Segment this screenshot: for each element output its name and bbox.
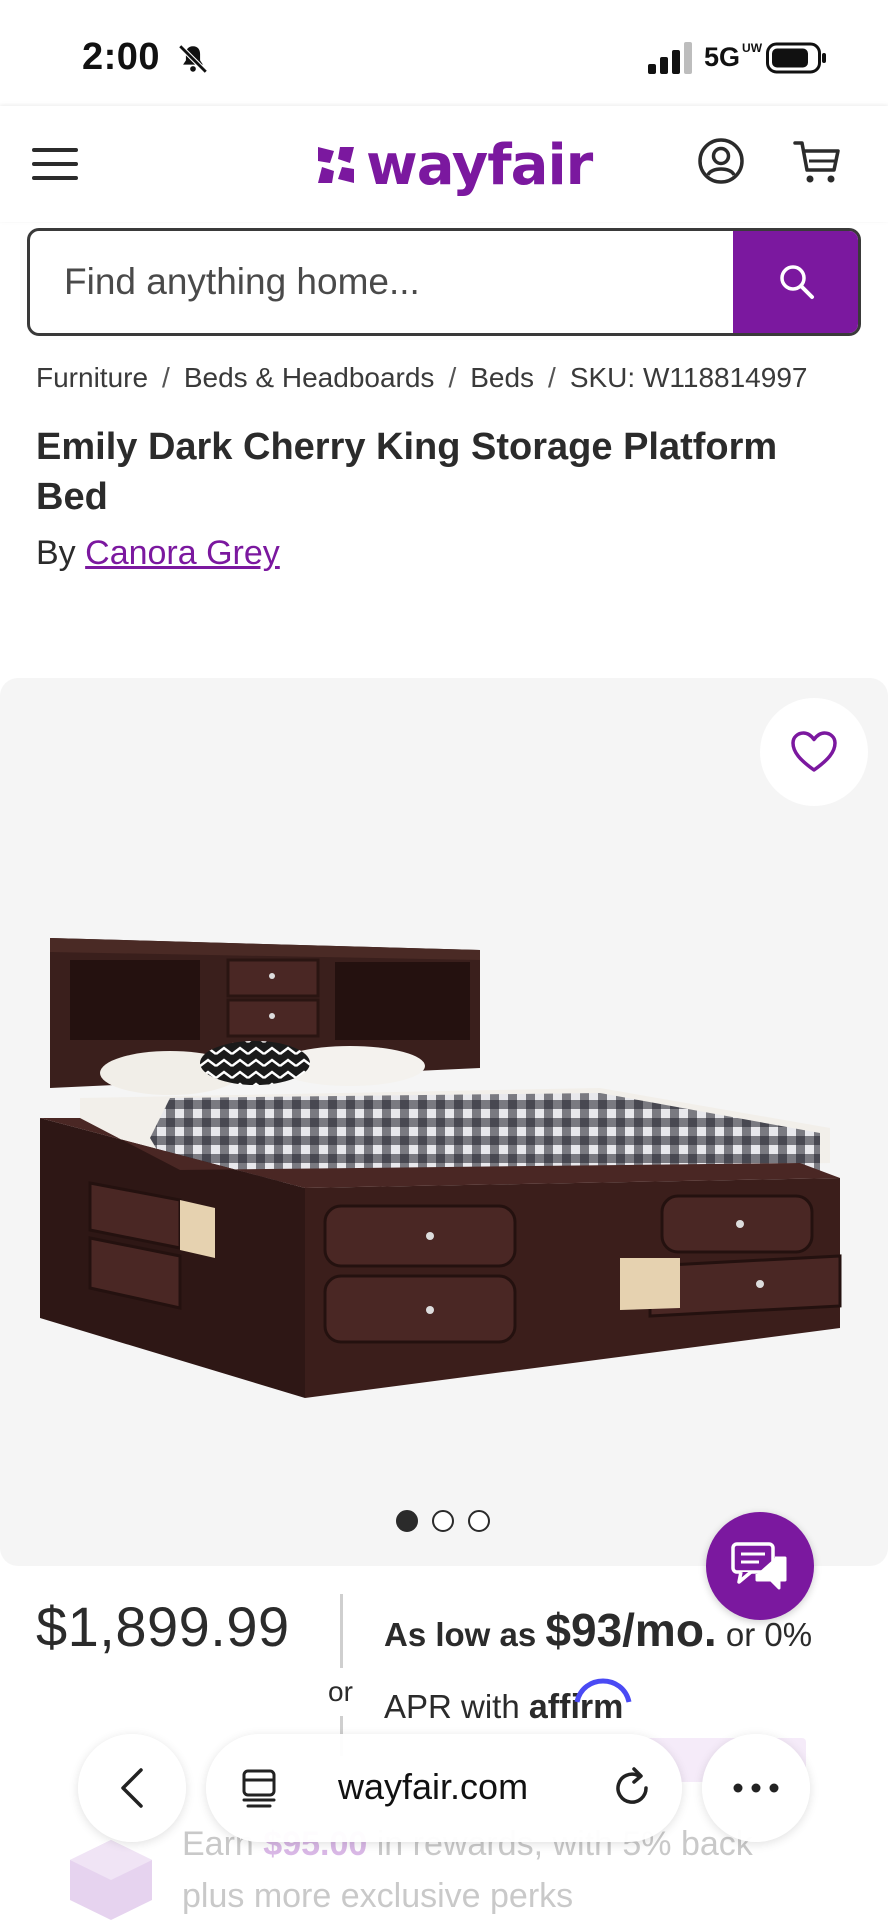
breadcrumb-separator: / <box>162 362 170 393</box>
by-label: By <box>36 534 76 572</box>
bell-muted-icon <box>178 44 208 74</box>
search-icon <box>780 265 814 299</box>
heart-icon <box>791 731 837 772</box>
hamburger-menu-icon[interactable] <box>32 144 80 184</box>
breadcrumb-sku: SKU: W118814997 <box>569 362 808 393</box>
chat-bubbles-icon <box>731 1542 787 1590</box>
search-button[interactable] <box>733 231 858 333</box>
search-bar <box>27 228 861 336</box>
financing-apr: APR with <box>384 1688 520 1725</box>
browser-address-bar[interactable]: wayfair.com <box>206 1734 682 1842</box>
site-header: wayfair <box>0 106 888 222</box>
affirm-arc-icon <box>574 1678 632 1703</box>
status-bar: 2:00 5G UW <box>0 0 888 106</box>
account-icon[interactable] <box>696 136 746 186</box>
product-image-gallery[interactable] <box>0 678 888 1566</box>
pagination-dot[interactable] <box>468 1510 490 1532</box>
wayfair-pinwheel-icon <box>318 147 354 183</box>
battery-icon <box>766 42 826 74</box>
gallery-pagination <box>396 1510 490 1532</box>
browser-url-text: wayfair.com <box>338 1766 529 1807</box>
chevron-left-icon <box>121 1768 143 1808</box>
breadcrumb: Furniture / Beds & Headboards / Beds / SKU: W1… <box>36 362 807 394</box>
browser-more-button[interactable] <box>702 1734 810 1842</box>
favorite-button[interactable] <box>760 698 868 806</box>
breadcrumb-separator: / <box>448 362 457 393</box>
browser-back-button[interactable] <box>78 1734 186 1842</box>
wayfair-logo[interactable]: wayfair <box>312 130 593 200</box>
logo-text: wayfair <box>366 132 593 198</box>
network-label: 5G UW <box>704 41 763 72</box>
breadcrumb-item-beds-headboards[interactable]: Beds & Headboards <box>184 362 435 393</box>
cell-signal-icon <box>648 42 692 74</box>
pagination-dot[interactable] <box>432 1510 454 1532</box>
search-input[interactable] <box>30 231 736 333</box>
financing-monthly: $93/mo. <box>545 1604 717 1656</box>
breadcrumb-item-furniture[interactable]: Furniture <box>36 362 148 393</box>
breadcrumb-item-beds[interactable]: Beds <box>470 362 534 393</box>
price-divider <box>340 1594 343 1668</box>
reload-icon[interactable] <box>610 1766 654 1810</box>
financing-suffix: or 0% <box>725 1616 813 1653</box>
rewards-icon <box>70 1840 152 1920</box>
financing-offer[interactable]: As low as $93/mo. or 0% APR with affirm <box>384 1594 854 1743</box>
tabs-icon[interactable] <box>240 1768 280 1808</box>
affirm-logo: affirm <box>529 1678 632 1726</box>
brand-link[interactable]: Canora Grey <box>85 534 280 572</box>
breadcrumb-separator: / <box>548 362 556 393</box>
or-label: or <box>328 1676 353 1707</box>
product-byline: By Canora Grey <box>36 534 280 573</box>
status-time: 2:00 <box>82 36 161 78</box>
pagination-dot[interactable] <box>396 1510 418 1532</box>
more-dots-icon <box>733 1783 779 1793</box>
product-price: $1,899.99 <box>36 1595 290 1658</box>
product-image-bed <box>40 938 842 1398</box>
cart-icon[interactable] <box>792 138 842 186</box>
product-title: Emily Dark Cherry King Storage Platform … <box>36 426 778 518</box>
financing-prefix: As low as <box>384 1616 537 1653</box>
